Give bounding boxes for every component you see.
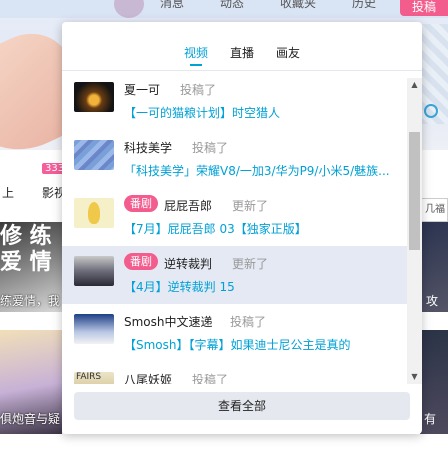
feed-item[interactable]: 夏一可 投稿了 【一可的猫粮计划】时空猎人	[62, 72, 407, 130]
bg-search-input[interactable]: 几福	[420, 198, 448, 222]
top-nav: 消息 动态 收藏夹 历史	[160, 0, 412, 16]
video-cover-left-title: 修 练爱 情	[0, 223, 52, 275]
video-title[interactable]: 【4月】逆转裁判 15	[124, 278, 394, 295]
search-icon[interactable]	[424, 104, 438, 118]
post-button[interactable]: 投稿	[400, 0, 448, 16]
feed-item[interactable]: 番剧 屁屁吾郎 更新了 【7月】屁屁吾郎 03【独家正版】	[62, 188, 407, 246]
action-text: 投稿了	[192, 141, 229, 155]
scroll-up-arrow-icon[interactable]: ▲	[407, 78, 422, 92]
action-text: 投稿了	[230, 315, 267, 329]
uploader-name[interactable]: 八尾妖姬	[124, 371, 172, 384]
video-thumbnail[interactable]: FAIRS	[74, 372, 114, 384]
bangumi-tag: 番剧	[124, 195, 158, 212]
background-bottom	[0, 434, 448, 464]
video-thumbnail[interactable]	[74, 140, 114, 170]
video-thumbnail[interactable]	[74, 198, 114, 228]
nav-favorites[interactable]: 收藏夹	[280, 0, 316, 10]
bg-label-left: 上	[2, 186, 15, 200]
scroll-thumb[interactable]	[409, 132, 420, 250]
view-all-button[interactable]: 查看全部	[74, 392, 410, 420]
video-title[interactable]: 【Smosh】【字幕】如果迪士尼公主是真的	[124, 336, 394, 353]
action-text: 投稿了	[180, 83, 217, 97]
tab-live[interactable]: 直播	[230, 44, 254, 66]
action-text: 更新了	[232, 199, 269, 213]
feed-item[interactable]: Smosh中文速递 投稿了 【Smosh】【字幕】如果迪士尼公主是真的	[62, 304, 407, 362]
uploader-name[interactable]: 逆转裁判	[164, 255, 212, 272]
video-caption-right[interactable]: 攻	[426, 292, 438, 309]
tab-artists[interactable]: 画友	[276, 44, 300, 66]
video-title[interactable]: 【7月】屁屁吾郎 03【独家正版】	[124, 220, 394, 237]
dynamics-dropdown: 视频 直播 画友 夏一可 投稿了 【一可的猫粮计划】时空猎人 科技美学 投稿了 …	[62, 22, 422, 434]
video-caption-left[interactable]: 练爱情，我	[0, 292, 60, 309]
bangumi-tag: 番剧	[124, 253, 158, 270]
tabs-divider	[62, 70, 422, 71]
video-caption-left-bottom[interactable]: 俱炮音与疑	[0, 410, 60, 427]
uploader-name[interactable]: 屁屁吾郎	[164, 197, 212, 214]
nav-messages[interactable]: 消息	[160, 0, 184, 10]
action-text: 投稿了	[192, 373, 229, 384]
feed-list: 夏一可 投稿了 【一可的猫粮计划】时空猎人 科技美学 投稿了 「科技美学」荣耀V…	[62, 72, 407, 384]
video-thumbnail[interactable]	[74, 82, 114, 112]
video-caption-right-bottom[interactable]: 有	[424, 410, 436, 427]
video-title[interactable]: 「科技美学」荣耀V8/一加3/华为P9/小米5/魅族...	[124, 162, 394, 179]
video-thumbnail[interactable]	[74, 256, 114, 286]
action-text: 更新了	[232, 257, 269, 271]
nav-dynamics[interactable]: 动态	[220, 0, 244, 10]
uploader-name[interactable]: 科技美学	[124, 139, 172, 156]
scroll-down-arrow-icon[interactable]: ▼	[407, 370, 422, 384]
video-title[interactable]: 【一可的猫粮计划】时空猎人	[124, 104, 394, 121]
uploader-name[interactable]: 夏一可	[124, 81, 160, 98]
feed-tabs: 视频 直播 画友	[62, 44, 422, 66]
uploader-name[interactable]: Smosh中文速递	[124, 313, 213, 330]
feed-item[interactable]: FAIRS 八尾妖姬 投稿了	[62, 362, 407, 384]
tab-videos[interactable]: 视频	[184, 44, 208, 66]
feed-item[interactable]: 科技美学 投稿了 「科技美学」荣耀V8/一加3/华为P9/小米5/魅族...	[62, 130, 407, 188]
feed-scrollbar[interactable]: ▲ ▼	[407, 78, 422, 384]
feed-item[interactable]: 番剧 逆转裁判 更新了 【4月】逆转裁判 15	[62, 246, 407, 304]
video-thumbnail[interactable]	[74, 314, 114, 344]
nav-history[interactable]: 历史	[352, 0, 376, 10]
